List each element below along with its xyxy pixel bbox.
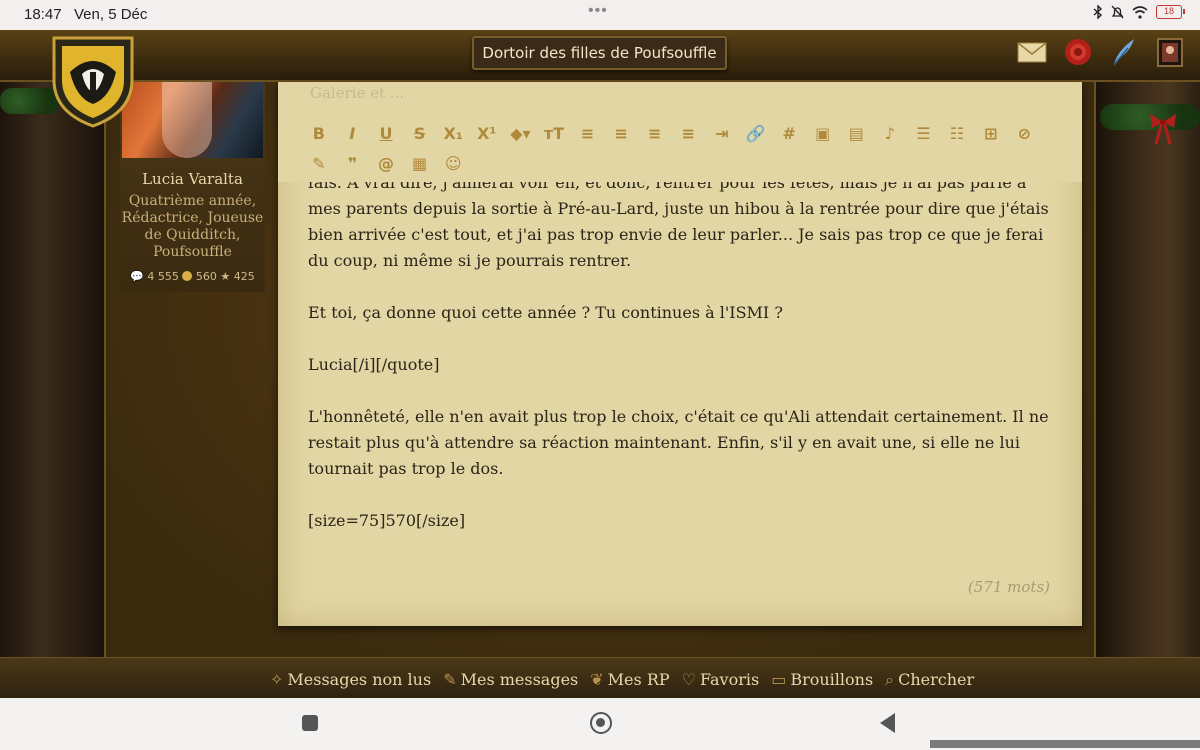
avatar[interactable] (122, 82, 263, 158)
bluetooth-icon (1093, 5, 1103, 19)
mail-icon[interactable] (1016, 36, 1048, 68)
quill-icon[interactable] (1108, 36, 1140, 68)
nav-label: Favoris (699, 670, 760, 689)
bold-icon[interactable]: B (302, 122, 336, 146)
heart-icon: ♡ (681, 670, 696, 689)
editor-paragraph: Lucia[/i][/quote] (308, 355, 440, 374)
editor-paragraph: Et toi, ça donne quoi cette année ? Tu c… (308, 303, 783, 322)
nav-unread-messages[interactable]: ✧ Messages non lus (270, 670, 431, 690)
seal-icon[interactable] (1062, 36, 1094, 68)
toolbar-row-2: ✎ ❞ @ ▦ ☺ (302, 152, 470, 176)
wifi-icon (1132, 5, 1148, 19)
messages-count: 4 555 (147, 270, 179, 283)
system-icons: 18 (1093, 5, 1185, 19)
bell-off-icon (1111, 5, 1124, 19)
gold-coin-icon (182, 271, 193, 281)
justify-icon[interactable]: ≡ (672, 122, 706, 146)
recents-icon[interactable] (302, 715, 318, 731)
nav-search[interactable]: ⌕ Chercher (885, 670, 974, 690)
ribbon-bow-icon (1150, 114, 1176, 145)
align-left-icon[interactable]: ≡ (571, 122, 605, 146)
hashtag-icon[interactable]: # (772, 122, 806, 146)
subscript-icon[interactable]: X₁ (436, 122, 470, 146)
profile-stats: 💬 4 555 560 ★ 425 (120, 270, 265, 283)
message-editor[interactable]: Galerie et ... B I U S X₁ X¹ ◆▾ ᴛT ≡ ≡ ≡… (278, 82, 1082, 626)
sparkle-icon: ✧ (270, 670, 284, 689)
status-bar: 18:47 Ven, 5 Déc ••• 18 (0, 0, 1200, 30)
align-right-icon[interactable]: ≡ (638, 122, 672, 146)
stars-count: 425 (233, 270, 255, 283)
image-icon[interactable]: ▣ (806, 122, 840, 146)
emoji-icon[interactable]: ☺ (436, 152, 470, 176)
status-date: Ven, 5 Déc (74, 6, 148, 23)
gesture-bar (930, 740, 1200, 748)
nav-my-messages[interactable]: ✎ Mes messages (443, 670, 578, 690)
forum-bottom-nav: ✧ Messages non lus ✎ Mes messages ❦ Mes RP … (0, 657, 1200, 698)
nav-my-rp[interactable]: ❦ Mes RP (590, 670, 669, 690)
bullet-list-icon[interactable]: ☰ (907, 122, 941, 146)
numbered-list-icon[interactable]: ☷ (940, 122, 974, 146)
pencil-icon: ✎ (443, 670, 457, 689)
toolbar-row-1: B I U S X₁ X¹ ◆▾ ᴛT ≡ ≡ ≡ ≡ ⇥ 🔗 # ▣ ▤ ♪ … (302, 122, 1041, 146)
home-icon[interactable] (590, 712, 612, 734)
nav-label: Mes RP (607, 670, 670, 689)
italic-icon[interactable]: I (336, 122, 370, 146)
portrait-icon[interactable] (1154, 36, 1186, 68)
nav-label: Mes messages (460, 670, 579, 689)
nav-drafts[interactable]: ▭ Brouillons (771, 670, 873, 690)
hidden-top-text: Galerie et ... (310, 84, 405, 102)
indent-icon[interactable]: ⇥ (705, 122, 739, 146)
font-size-icon[interactable]: ᴛT (537, 122, 571, 146)
forum-nav-items: ✧ Messages non lus ✎ Mes messages ❦ Mes RP … (270, 670, 974, 690)
drafts-icon: ▭ (771, 670, 787, 689)
video-icon[interactable]: ▤ (840, 122, 874, 146)
star-icon: ★ (220, 270, 231, 283)
quote-icon[interactable]: ❞ (336, 152, 370, 176)
feather-icon: ❦ (590, 670, 604, 689)
back-icon[interactable] (880, 713, 895, 733)
search-icon: ⌕ (885, 670, 895, 689)
nav-favorites[interactable]: ♡ Favoris (682, 670, 760, 690)
profile-role: Quatrième année, Rédactrice, Joueuse de … (121, 193, 264, 260)
battery-icon: 18 (1156, 5, 1185, 19)
editor-paragraph: fais. A vrai dire, j'aimerai voir en, et… (308, 173, 1049, 270)
nav-label: Brouillons (790, 670, 874, 689)
room-title[interactable]: Dortoir des filles de Poufsouffle (472, 36, 727, 70)
header-icons (1016, 36, 1186, 68)
text-color-icon[interactable]: ◆▾ (504, 122, 538, 146)
gold-count: 560 (195, 270, 217, 283)
table-icon[interactable]: ⊞ (974, 122, 1008, 146)
magic-wand-icon[interactable]: ✎ (302, 152, 336, 176)
messages-count-icon: 💬 (130, 270, 144, 283)
editor-paragraph: L'honnêteté, elle n'en avait plus trop l… (308, 407, 1049, 478)
left-background (0, 82, 104, 657)
hufflepuff-crest-icon[interactable] (50, 32, 136, 128)
hide-icon[interactable]: ⊘ (1007, 122, 1041, 146)
underline-icon[interactable]: U (369, 122, 403, 146)
editor-text-area[interactable]: fais. A vrai dire, j'aimerai voir en, et… (308, 170, 1058, 560)
superscript-icon[interactable]: X¹ (470, 122, 504, 146)
editor-paragraph: [size=75]570[/size] (308, 511, 466, 530)
profile-name[interactable]: Lucia Varalta (120, 170, 265, 188)
android-nav-bar (0, 698, 1200, 750)
mention-icon[interactable]: @ (369, 152, 403, 176)
code-icon[interactable]: ▦ (403, 152, 437, 176)
word-count: (571 mots) (967, 578, 1050, 596)
more-dots-icon[interactable]: ••• (588, 2, 608, 20)
right-background (1096, 82, 1200, 657)
link-icon[interactable]: 🔗 (739, 122, 773, 146)
music-icon[interactable]: ♪ (873, 122, 907, 146)
editor-toolbar: Galerie et ... B I U S X₁ X¹ ◆▾ ᴛT ≡ ≡ ≡… (278, 82, 1082, 182)
nav-label: Messages non lus (287, 670, 432, 689)
nav-label: Chercher (898, 670, 975, 689)
strikethrough-icon[interactable]: S (403, 122, 437, 146)
status-time: 18:47 (24, 6, 62, 23)
align-center-icon[interactable]: ≡ (604, 122, 638, 146)
